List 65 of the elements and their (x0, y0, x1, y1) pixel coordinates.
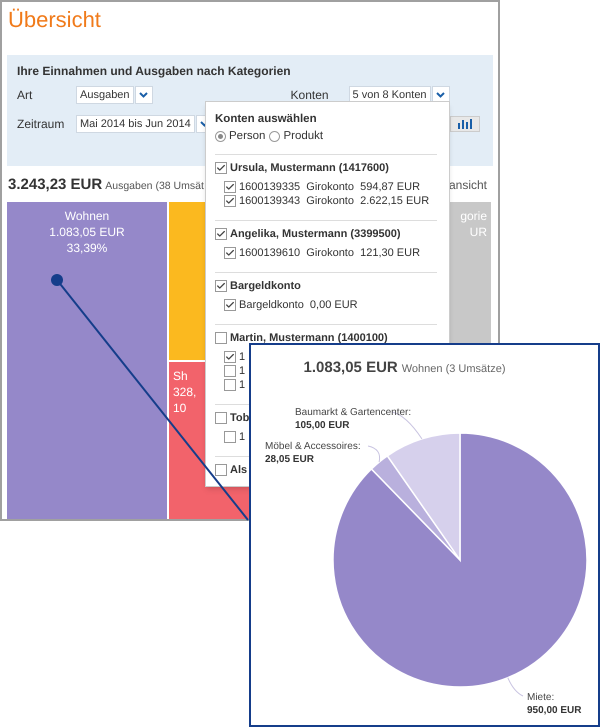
total-amount: 3.243,23 EUR (8, 174, 102, 195)
radio-option[interactable]: Person (215, 129, 266, 143)
chevron-down-icon (436, 92, 446, 98)
bar-chart-icon (458, 119, 472, 129)
account-entry: 1 (239, 378, 246, 392)
account-entry: 1600139335 Girokonto 594,87 EUR (239, 180, 420, 194)
account-entry: 1 (239, 364, 246, 378)
tile-label: 10 (173, 400, 186, 416)
total-description: Ausgaben (38 Umsät (105, 178, 204, 194)
checkbox[interactable] (215, 332, 227, 344)
slice-label: Möbel & Accessoires: (265, 441, 361, 452)
period-select[interactable]: Mai 2014 bis Jun 2014 (76, 115, 195, 133)
checkbox[interactable] (215, 162, 227, 174)
checkbox[interactable] (224, 181, 236, 193)
checkbox[interactable] (224, 247, 236, 259)
account-entry: 1600139343 Girokonto 2.622,15 EUR (239, 194, 430, 208)
checkbox[interactable] (224, 365, 236, 377)
account-holder: Tob (230, 411, 250, 425)
radio-option[interactable]: Produkt (269, 129, 324, 143)
slice-value: 105,00 EUR (295, 420, 350, 431)
field-label: Zeitraum (17, 116, 66, 133)
account-holder: Martin, Mustermann (1400100) (230, 331, 388, 345)
field-label: Konten (290, 87, 330, 104)
checkbox[interactable] (215, 280, 227, 292)
checkbox[interactable] (224, 351, 236, 363)
chevron-down-icon (139, 92, 148, 98)
account-entry: 1 (239, 350, 246, 364)
checkbox[interactable] (224, 299, 236, 311)
checkbox[interactable] (224, 195, 236, 207)
tile-label: 1.083,05 EUR (49, 224, 125, 240)
slice-label: Baumarkt & Gartencenter: (295, 407, 412, 418)
field-label: Art (17, 87, 34, 104)
dropdown-button[interactable] (134, 86, 153, 104)
view-link[interactable]: ansicht (448, 176, 487, 194)
checkbox[interactable] (215, 412, 227, 424)
slice-value: 950,00 EUR (527, 705, 582, 716)
checkbox[interactable] (224, 379, 236, 391)
radio-button[interactable] (269, 130, 280, 142)
account-entry: 1600139610 Girokonto 121,30 EUR (239, 246, 420, 260)
tile-label: Wohnen (64, 208, 110, 224)
checkbox[interactable] (224, 431, 236, 443)
account-holder: Als (230, 463, 248, 477)
chart-view-button[interactable] (450, 116, 480, 132)
account-holder: Ursula, Mustermann (1417600) (230, 161, 389, 175)
account-holder: Bargeldkonto (230, 279, 301, 293)
checkbox[interactable] (215, 228, 227, 240)
tile-label: 33,39% (66, 240, 108, 256)
account-entry: Bargeldkonto 0,00 EUR (239, 298, 358, 312)
account-entry: 1 (239, 430, 246, 444)
tile-label: Sh (173, 368, 188, 384)
checkbox[interactable] (215, 464, 227, 476)
leader-line (507, 677, 524, 696)
page-title: Übersicht (8, 7, 102, 33)
type-select[interactable]: Ausgaben (76, 86, 134, 104)
check-icon (225, 352, 235, 362)
slice-label: Miete: (527, 692, 554, 703)
radio-button[interactable] (215, 130, 226, 142)
filter-heading: Ihre Einnahmen und Ausgaben nach Kategorien (17, 63, 292, 80)
detail-amount: 1.083,05 EUR (304, 358, 398, 378)
dropdown-title: Konten auswählen (215, 112, 318, 126)
account-holder: Angelika, Mustermann (3399500) (230, 227, 401, 241)
leader-line (368, 446, 380, 463)
detail-description: Wohnen (3 Umsätze) (402, 362, 506, 377)
tile-label: 328, (173, 384, 196, 400)
slice-value: 28,05 EUR (265, 454, 314, 465)
